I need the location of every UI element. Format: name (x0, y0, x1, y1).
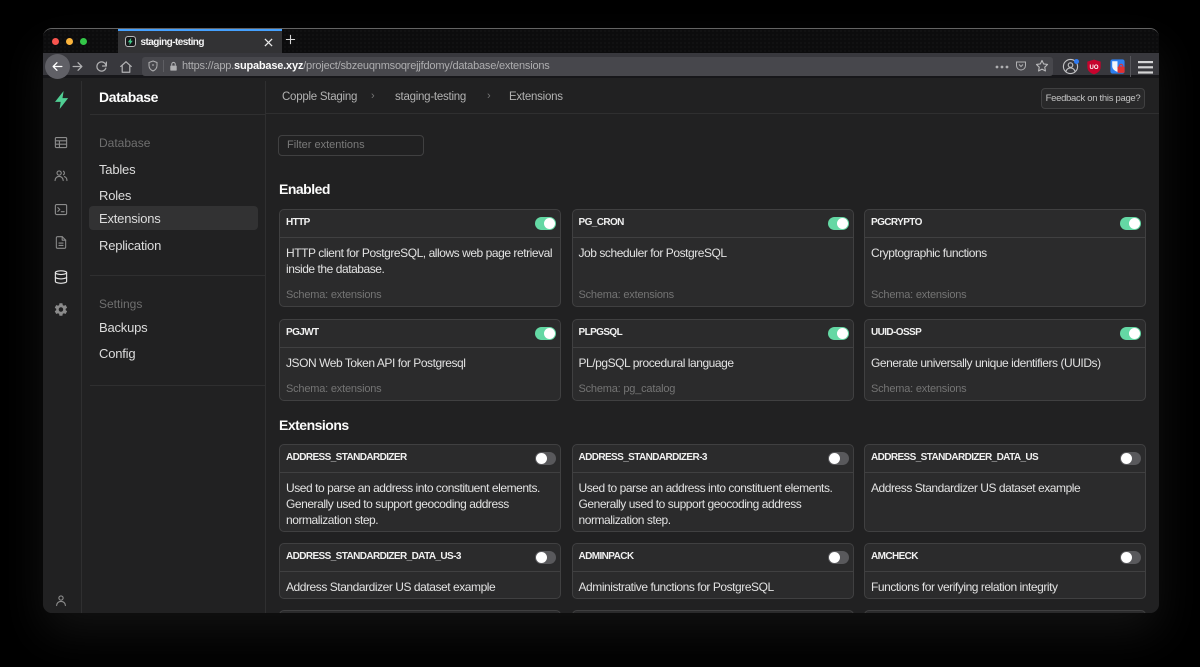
svg-text:UO: UO (1090, 65, 1099, 71)
